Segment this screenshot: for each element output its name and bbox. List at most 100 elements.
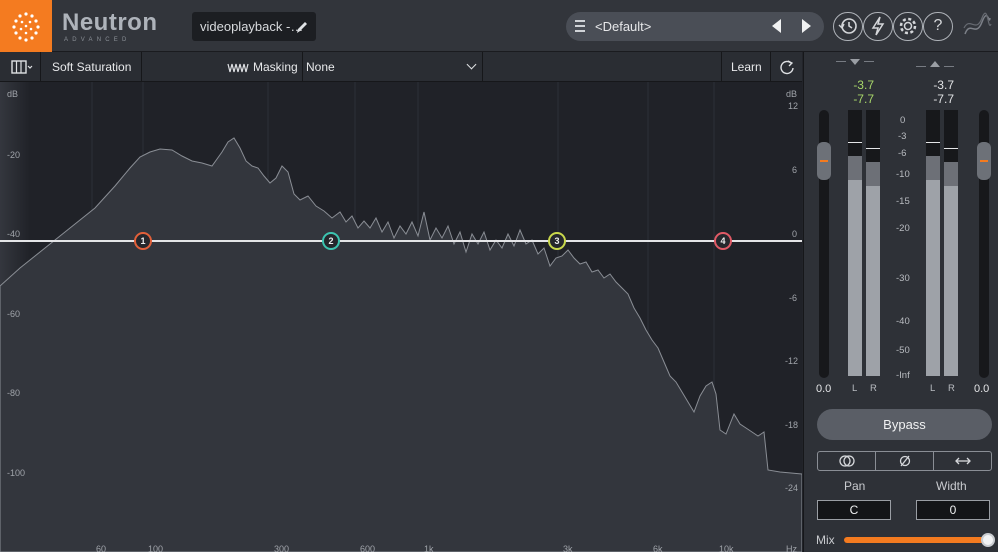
freq-label: 3k — [563, 544, 573, 552]
input-channel-r-label: R — [870, 383, 877, 394]
width-field[interactable]: 0 — [916, 500, 990, 520]
freq-label: 60 — [96, 544, 107, 552]
output-peak-value: -3.7 — [933, 78, 954, 92]
assistant-button[interactable] — [863, 12, 893, 41]
pencil-icon[interactable] — [296, 12, 308, 51]
module-name[interactable]: Soft Saturation — [52, 52, 131, 82]
eq-node-3[interactable]: 3 — [548, 232, 566, 250]
db-label-left: -80 — [7, 388, 21, 398]
meter-scale-label: -6 — [898, 148, 907, 159]
pan-field[interactable]: C — [817, 500, 891, 520]
masking-select[interactable]: None — [303, 52, 482, 82]
history-button[interactable] — [833, 12, 863, 41]
freq-label: 300 — [274, 544, 290, 552]
output-meter-r — [944, 110, 958, 376]
preset-name: <Default> — [595, 19, 652, 34]
meter-scale-label: -3 — [898, 131, 907, 142]
meter-scale-label: 0 — [900, 115, 906, 126]
phase-invert-button[interactable] — [876, 452, 934, 470]
output-meter-l — [926, 110, 940, 376]
eq-node-4[interactable]: 4 — [714, 232, 732, 250]
mono-icon — [838, 455, 855, 467]
input-peak-value: -3.7 — [853, 78, 874, 92]
output-rms-value: -7.7 — [933, 92, 954, 106]
phase-icon — [899, 455, 910, 467]
gear-icon — [899, 17, 917, 35]
top-bar: Neutron ADVANCED videoplayback -… <Defau… — [0, 0, 998, 52]
meter-scale-label: -15 — [896, 196, 910, 207]
preset-selector[interactable]: <Default> — [566, 12, 824, 41]
db-label-right: -12 — [785, 356, 799, 366]
output-gain-value: 0.0 — [974, 383, 990, 395]
previous-preset-icon[interactable] — [772, 19, 781, 33]
freq-label: 600 — [360, 544, 376, 552]
settings-button[interactable] — [893, 12, 923, 41]
input-rms-value: -7.7 — [853, 92, 874, 106]
db-label-left: -100 — [7, 468, 26, 478]
freq-label: 100 — [148, 544, 164, 552]
db-label-right: -6 — [789, 293, 798, 303]
help-button[interactable]: ? — [923, 12, 953, 41]
freq-label: 10k — [719, 544, 734, 552]
neutron-logo-icon — [962, 12, 992, 42]
mix-slider-track[interactable] — [844, 537, 990, 543]
db-label-right: -18 — [785, 420, 799, 430]
module-layout-button[interactable] — [11, 60, 33, 79]
meter-scale-label: -20 — [896, 223, 910, 234]
bypass-button[interactable]: Bypass — [817, 409, 992, 440]
db-label-right: 0 — [792, 229, 798, 239]
spectrum-display[interactable]: dB -20 -40 -60 -80 -100 dB 12 6 0 -6 -12… — [0, 82, 802, 552]
reset-button[interactable] — [778, 59, 796, 82]
db-label-right: -24 — [785, 483, 799, 493]
freq-label: Hz — [786, 544, 797, 552]
mono-button[interactable] — [818, 452, 876, 470]
file-name-field[interactable]: videoplayback -… — [192, 12, 316, 41]
help-icon: ? — [933, 17, 943, 34]
mix-label: Mix — [816, 533, 835, 547]
masking-icon — [227, 61, 249, 79]
neutron-window: Neutron ADVANCED videoplayback -… <Defau… — [0, 0, 998, 552]
eq-node-1[interactable]: 1 — [134, 232, 152, 250]
meter-scale-label: -10 — [896, 169, 910, 180]
input-meter-r — [866, 110, 880, 376]
brand-title: Neutron — [62, 9, 158, 36]
module-bar: Soft Saturation Masking None Learn — [0, 52, 802, 82]
output-channel-r-label: R — [948, 383, 955, 394]
input-meter-l — [848, 110, 862, 376]
history-icon — [838, 18, 857, 34]
input-gain-value: 0.0 — [816, 383, 832, 395]
eq-node-2[interactable]: 2 — [322, 232, 340, 250]
list-icon — [575, 20, 585, 32]
db-label-right: 12 — [788, 101, 799, 111]
meter-scale-label: -30 — [896, 273, 910, 284]
output-channel-l-label: L — [930, 383, 936, 394]
meters-panel: -3.7 -7.7 -3.7 -7.7 0.0 L R 0 -3 -6 -10 … — [803, 52, 998, 552]
meter-scale-label: -Inf — [896, 370, 910, 381]
input-meter-arrow-icon — [850, 59, 860, 65]
db-label-left: -40 — [7, 229, 21, 239]
columns-icon — [11, 60, 33, 74]
file-name-label: videoplayback -… — [200, 19, 304, 34]
next-preset-icon[interactable] — [802, 19, 811, 33]
izotope-logo-icon[interactable] — [0, 0, 52, 52]
db-label-right: 6 — [792, 165, 798, 175]
brand-subtitle: ADVANCED — [64, 37, 131, 43]
db-axis-title-right: dB — [786, 89, 798, 99]
lightning-icon — [871, 16, 885, 36]
mix-slider-fill — [844, 537, 990, 543]
db-label-left: -60 — [7, 309, 21, 319]
input-gain-fader-knob[interactable] — [817, 142, 831, 180]
meter-scale-label: -50 — [896, 345, 910, 356]
input-channel-l-label: L — [852, 383, 858, 394]
mix-slider-knob[interactable] — [981, 533, 995, 547]
freq-label: 6k — [653, 544, 663, 552]
spectrum-graph — [0, 82, 802, 552]
chevron-down-icon — [466, 59, 477, 70]
freq-label: 1k — [424, 544, 434, 552]
stereo-mode-group — [817, 451, 992, 471]
output-gain-fader-knob[interactable] — [977, 142, 991, 180]
pan-label: Pan — [844, 479, 866, 493]
learn-button[interactable]: Learn — [731, 52, 762, 82]
swap-channels-button[interactable] — [934, 452, 991, 470]
swap-arrows-icon — [954, 457, 971, 465]
